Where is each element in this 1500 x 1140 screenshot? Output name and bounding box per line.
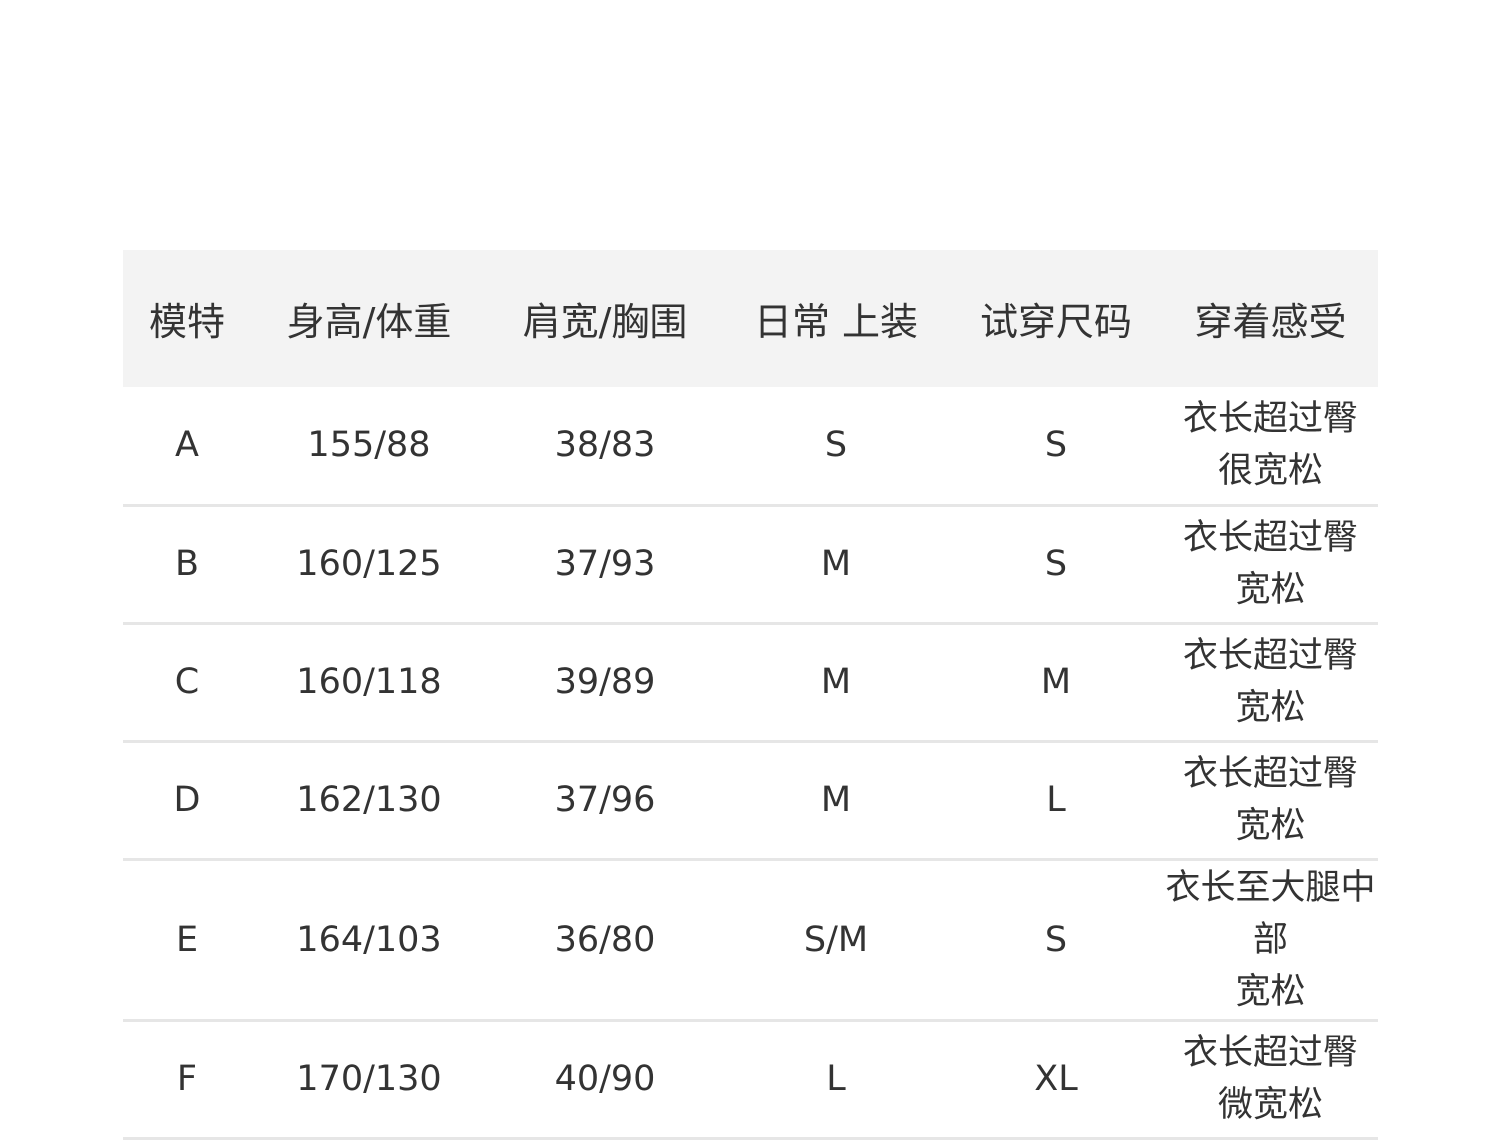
cell-shoulder-chest: 39/89 bbox=[487, 623, 723, 743]
cell-model: C bbox=[123, 623, 251, 743]
header-row: 模特 身高/体重 肩宽/胸围 日常 上装 试穿尺码 穿着感受 bbox=[123, 250, 1378, 387]
cell-shoulder-chest: 37/96 bbox=[487, 741, 723, 861]
cell-try-size: S bbox=[949, 387, 1163, 507]
cell-try-size: L bbox=[949, 741, 1163, 861]
feel-line: 宽松 bbox=[1235, 570, 1306, 610]
cell-model: B bbox=[123, 505, 251, 625]
cell-height-weight: 160/118 bbox=[251, 623, 487, 743]
feel-line: 微宽松 bbox=[1217, 1085, 1323, 1125]
cell-try-size: XL bbox=[949, 1020, 1163, 1140]
cell-feel: 衣长超过臀 微宽松 bbox=[1163, 1020, 1378, 1140]
feel-line: 衣长超过臀 bbox=[1182, 754, 1358, 794]
cell-model: F bbox=[123, 1020, 251, 1140]
header-shoulder-chest: 肩宽/胸围 bbox=[522, 300, 688, 344]
cell-daily-top: S bbox=[723, 387, 949, 507]
header-model: 模特 bbox=[148, 300, 225, 344]
feel-line: 衣长超过臀 bbox=[1182, 1033, 1358, 1073]
cell-feel: 衣长超过臀 宽松 bbox=[1163, 741, 1378, 861]
feel-line: 宽松 bbox=[1235, 806, 1306, 846]
table-row: C 160/118 39/89 M M 衣长超过臀宽松 bbox=[123, 623, 1378, 743]
cell-feel: 衣长超过臀 很宽松 bbox=[1163, 387, 1378, 507]
cell-try-size: S bbox=[949, 505, 1163, 625]
table-row: D 162/130 37/96 M L 衣长超过臀宽松 bbox=[123, 741, 1378, 861]
cell-height-weight: 160/125 bbox=[251, 505, 487, 625]
header-feel: 穿着感受 bbox=[1194, 300, 1347, 344]
cell-height-weight: 162/130 bbox=[251, 741, 487, 861]
cell-daily-top: M bbox=[723, 741, 949, 861]
cell-model: E bbox=[123, 859, 251, 1022]
cell-daily-top: M bbox=[723, 505, 949, 625]
cell-feel: 衣长超过臀 宽松 bbox=[1163, 505, 1378, 625]
header-daily-top: 日常 上装 bbox=[753, 300, 919, 344]
size-fit-table: 模特 身高/体重 肩宽/胸围 日常 上装 试穿尺码 穿着感受 A 155/88 … bbox=[123, 250, 1378, 1140]
feel-line: 衣长超过臀 bbox=[1182, 399, 1358, 440]
cell-daily-top: L bbox=[723, 1020, 949, 1140]
cell-try-size: M bbox=[949, 623, 1163, 743]
cell-daily-top: M bbox=[723, 623, 949, 743]
feel-line: 很宽松 bbox=[1217, 451, 1323, 492]
table-row: F 170/130 40/90 L XL 衣长超过臀微宽松 bbox=[123, 1020, 1378, 1140]
cell-model: D bbox=[123, 741, 251, 861]
table-row: B 160/125 37/93 M S 衣长超过臀宽松 bbox=[123, 505, 1378, 625]
cell-feel: 衣长至大腿中部宽松 bbox=[1163, 859, 1378, 1022]
cell-shoulder-chest: 38/83 bbox=[487, 387, 723, 507]
cell-try-size: S bbox=[949, 859, 1163, 1022]
table-header: 模特 身高/体重 肩宽/胸围 日常 上装 试穿尺码 穿着感受 bbox=[123, 250, 1378, 387]
cell-shoulder-chest: 40/90 bbox=[487, 1020, 723, 1140]
cell-shoulder-chest: 36/80 bbox=[487, 859, 723, 1022]
cell-daily-top: S/M bbox=[723, 859, 949, 1022]
feel-line: 部 bbox=[1252, 919, 1288, 960]
table-row: A 155/88 38/83 S S 衣长超过臀很宽松 bbox=[123, 387, 1378, 507]
cell-height-weight: 164/103 bbox=[251, 859, 487, 1022]
feel-line: 宽松 bbox=[1235, 688, 1306, 728]
size-fit-table-container: 模特 身高/体重 肩宽/胸围 日常 上装 试穿尺码 穿着感受 A 155/88 … bbox=[123, 250, 1378, 1140]
cell-height-weight: 155/88 bbox=[251, 387, 487, 507]
feel-line: 衣长至大腿中 bbox=[1165, 867, 1376, 908]
table-row: E 164/103 36/80 S/M S 衣长至大腿中部宽松 bbox=[123, 859, 1378, 1022]
cell-model: A bbox=[123, 387, 251, 507]
cell-shoulder-chest: 37/93 bbox=[487, 505, 723, 625]
header-try-size: 试穿尺码 bbox=[979, 300, 1132, 344]
cell-height-weight: 170/130 bbox=[251, 1020, 487, 1140]
feel-line: 衣长超过臀 bbox=[1182, 636, 1358, 676]
feel-line: 宽松 bbox=[1235, 971, 1306, 1012]
table-body: A 155/88 38/83 S S 衣长超过臀 很宽松 B 160/125 37… bbox=[123, 387, 1378, 1140]
cell-feel: 衣长超过臀 宽松 bbox=[1163, 623, 1378, 743]
header-height-weight: 身高/体重 bbox=[286, 300, 452, 344]
feel-line: 衣长超过臀 bbox=[1182, 518, 1358, 558]
